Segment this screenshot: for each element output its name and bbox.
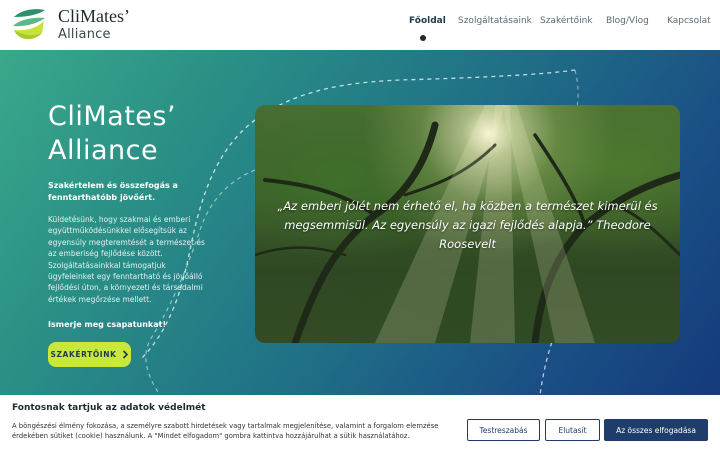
active-nav-indicator: [420, 35, 426, 41]
site-header: CliMates’ Alliance Főoldal Szolgáltatása…: [0, 0, 720, 50]
reject-button[interactable]: Elutasít: [545, 419, 600, 441]
nav-item-blog[interactable]: Blog/Vlog: [606, 16, 649, 26]
main-nav: Főoldal Szolgáltatásaink Szakértőink Blo…: [0, 16, 720, 36]
hero-section: CliMates’ Alliance Szakértelem és összef…: [0, 50, 720, 395]
experts-button-label: SZAKÉRTŐINK: [50, 350, 117, 359]
cookie-banner: Fontosnak tartjuk az adatok védelmét A b…: [0, 395, 720, 450]
hero-title: CliMates’ Alliance: [48, 100, 176, 168]
accept-all-button[interactable]: Az összes elfogadása: [604, 419, 708, 441]
experts-button[interactable]: SZAKÉRTŐINK: [48, 342, 131, 367]
forest-photo: „Az emberi jólét nem érhető el, ha közbe…: [255, 105, 680, 343]
chevron-right-icon: [122, 350, 128, 359]
hero-title-line1: CliMates’: [48, 101, 177, 132]
nav-item-experts[interactable]: Szakértőink: [540, 16, 593, 26]
nav-item-services[interactable]: Szolgáltatásaink: [458, 16, 532, 26]
cookie-title: Fontosnak tartjuk az adatok védelmét: [12, 403, 206, 413]
roosevelt-quote: „Az emberi jólét nem érhető el, ha közbe…: [277, 199, 658, 251]
hero-tagline: Szakértelem és összefogás a fenntartható…: [48, 181, 178, 202]
nav-item-contact[interactable]: Kapcsolat: [667, 16, 711, 26]
hero-cta-text: Ismerje meg csapatunkat!: [48, 320, 167, 329]
cookie-text: A böngészési élmény fokozása, a személyr…: [12, 422, 439, 440]
nav-item-home[interactable]: Főoldal: [409, 16, 446, 26]
hero-description: Küldetésünk, hogy szakmai és emberi együ…: [48, 215, 205, 304]
hero-title-line2: Alliance: [48, 135, 159, 166]
customize-button[interactable]: Testreszabás: [467, 419, 540, 441]
